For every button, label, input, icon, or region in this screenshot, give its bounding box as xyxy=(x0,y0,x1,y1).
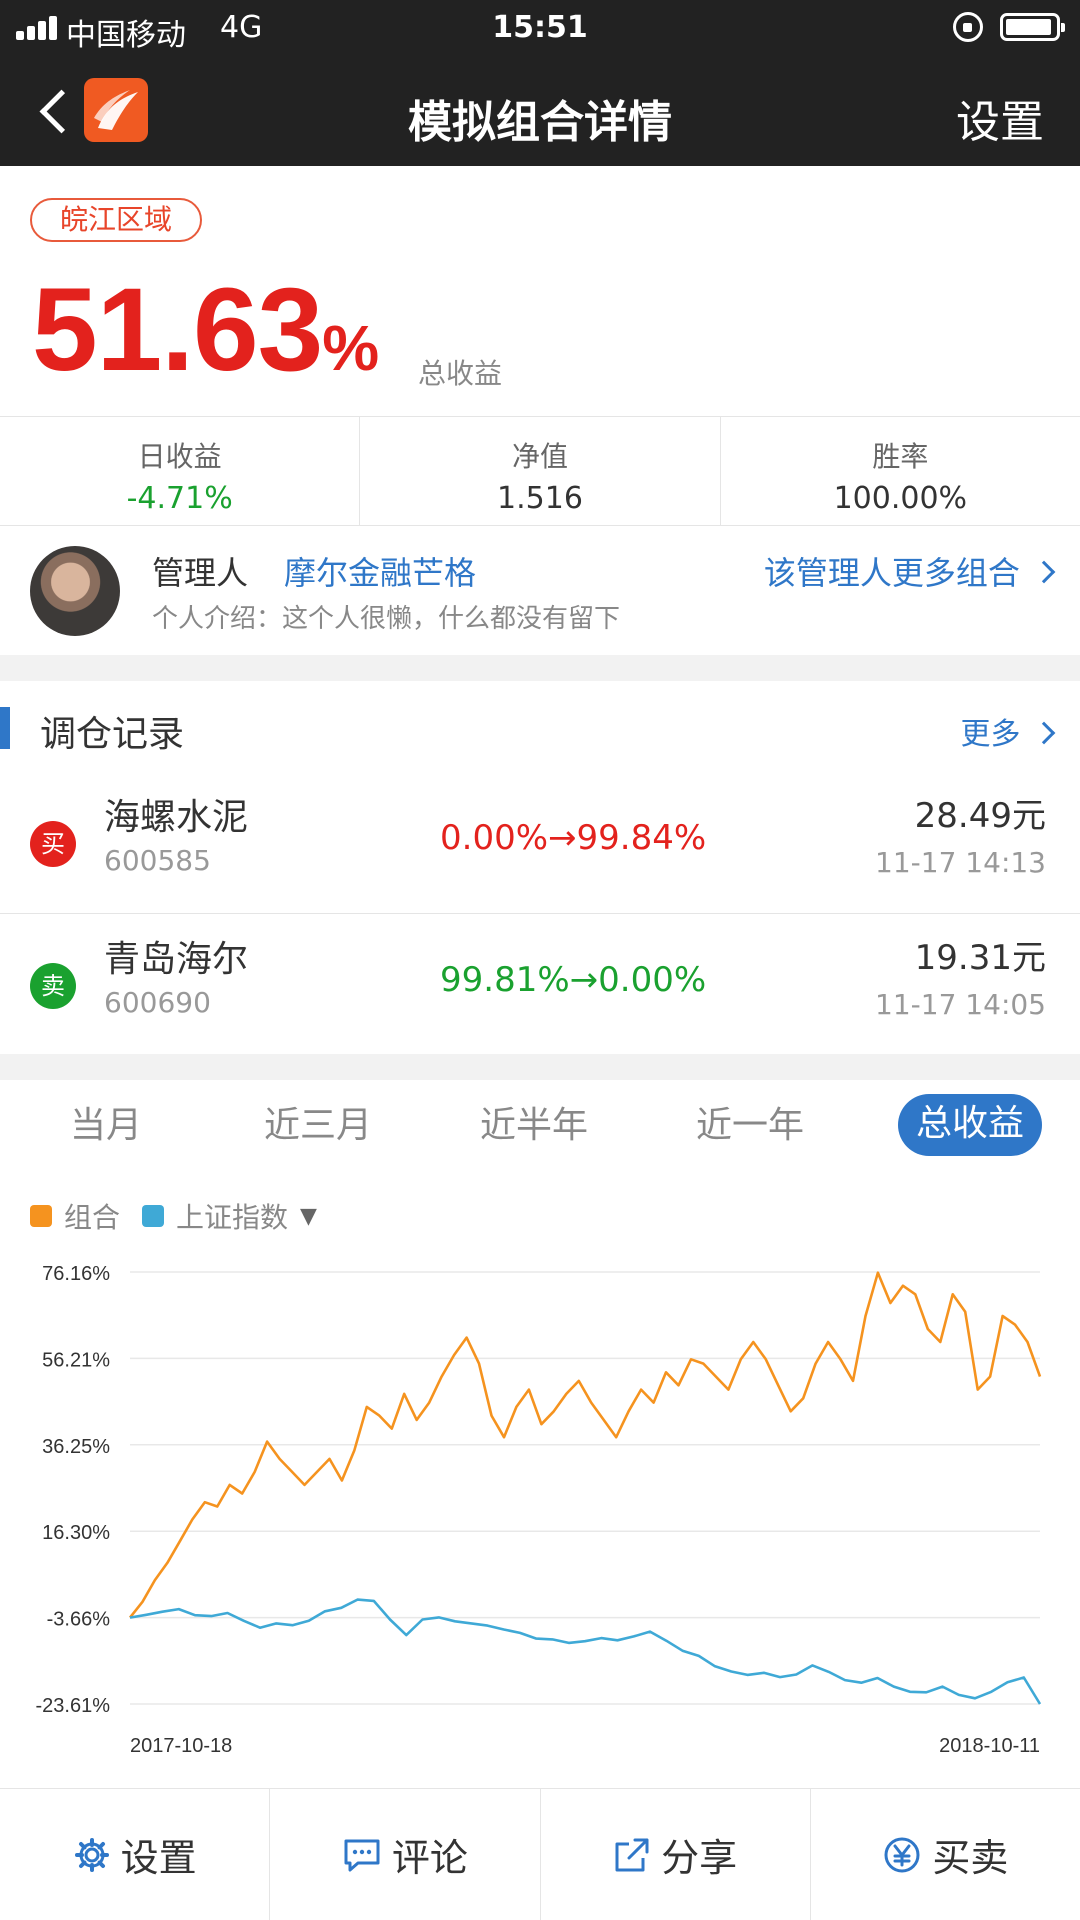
total-return-label: 总收益 xyxy=(418,357,503,390)
rotation-lock-icon xyxy=(953,12,983,42)
return-chart: 76.16% 56.21% 36.25% 16.30% -3.66% -23.61% 201… xyxy=(36,1263,1042,1757)
comment-tab-button[interactable]: 评论 xyxy=(270,1789,541,1920)
percent-sign: % xyxy=(322,312,380,384)
stat-value: 1.516 xyxy=(497,481,583,516)
trade-price: 19.31元 xyxy=(914,938,1046,978)
position-change: 99.81%→0.00% xyxy=(440,960,707,1000)
position-change: 0.00%→99.84% xyxy=(440,818,707,858)
nav-bar: 模拟组合详情 设置 xyxy=(0,54,1080,166)
trade-tab-button[interactable]: 买卖 xyxy=(811,1789,1080,1920)
share-tab-button[interactable]: 分享 xyxy=(541,1789,811,1920)
top-strip xyxy=(0,166,1080,174)
manager-row[interactable]: 管理人 摩尔金融芒格 该管理人更多组合 个人介绍：这个人很懒，什么都没有留下 xyxy=(0,528,1080,654)
trade-tab-label: 买卖 xyxy=(932,1836,1009,1880)
trade-row[interactable]: 卖 青岛海尔 600690 99.81%→0.00% 19.31元 11-17 … xyxy=(0,914,1080,1056)
region-tag: 皖江区域 xyxy=(30,198,203,242)
tab-current-month[interactable]: 当月 xyxy=(70,1096,142,1148)
section-accent-bar xyxy=(0,707,10,749)
y-tick-label: 16.30% xyxy=(42,1522,110,1544)
section-divider xyxy=(0,1054,1080,1080)
settings-tab-button[interactable]: 设置 xyxy=(0,1789,271,1920)
trade-time: 11-17 14:13 xyxy=(875,846,1046,879)
section-divider xyxy=(0,655,1080,681)
status-bar: 中国移动 4G 15:51 xyxy=(0,0,1080,54)
trade-price: 28.49元 xyxy=(914,796,1046,836)
manager-name-link[interactable]: 摩尔金融芒格 xyxy=(284,548,476,594)
stock-name: 海螺水泥 xyxy=(104,797,249,838)
y-tick-label: -3.66% xyxy=(47,1609,111,1631)
stat-label: 胜率 xyxy=(872,440,929,473)
bottom-toolbar: 设置 评论 分享 买卖 xyxy=(0,1788,1080,1920)
dropdown-arrow-icon[interactable]: ▼ xyxy=(300,1204,317,1229)
legend-swatch-index xyxy=(142,1205,165,1227)
tab-total-return[interactable]: 总收益 xyxy=(898,1094,1043,1156)
x-tick-label: 2018-10-11 xyxy=(939,1735,1040,1757)
y-tick-label: 76.16% xyxy=(42,1263,110,1285)
total-return: 51.63% xyxy=(32,262,379,398)
trade-time: 11-17 14:05 xyxy=(875,988,1046,1021)
chevron-right-icon xyxy=(1032,721,1056,745)
stat-value: -4.71% xyxy=(126,481,233,516)
battery-icon xyxy=(1000,13,1065,41)
trades-section-header: 调仓记录 更多 xyxy=(0,681,1080,777)
stat-label: 日收益 xyxy=(137,440,222,473)
trades-more-link[interactable]: 更多 xyxy=(960,709,1056,753)
buy-badge: 买 xyxy=(30,821,76,867)
manager-more-link[interactable]: 该管理人更多组合 xyxy=(763,548,1056,594)
index-series-line xyxy=(129,1598,1042,1705)
stat-value: 100.00% xyxy=(833,481,968,516)
comment-icon xyxy=(344,1839,380,1871)
settings-tab-label: 设置 xyxy=(120,1836,197,1880)
stock-code: 600585 xyxy=(104,844,211,877)
tab-one-year[interactable]: 近一年 xyxy=(696,1096,804,1148)
total-return-value: 51.63 xyxy=(32,264,323,396)
stat-daily-return: 日收益 -4.71% xyxy=(0,417,361,525)
avatar[interactable] xyxy=(30,546,120,636)
share-icon xyxy=(615,1838,649,1871)
tab-half-year[interactable]: 近半年 xyxy=(480,1096,588,1148)
legend-swatch-portfolio xyxy=(30,1205,52,1227)
stat-net-value: 净值 1.516 xyxy=(360,417,721,525)
legend-index-selector[interactable]: 上证指数 xyxy=(176,1196,288,1236)
comment-tab-label: 评论 xyxy=(391,1836,468,1880)
share-tab-label: 分享 xyxy=(661,1836,738,1880)
stats-row: 日收益 -4.71% 净值 1.516 胜率 100.00% xyxy=(0,416,1080,526)
stat-label: 净值 xyxy=(511,440,568,473)
tab-three-months[interactable]: 近三月 xyxy=(264,1096,372,1148)
y-tick-label: 36.25% xyxy=(42,1436,110,1458)
manager-intro: 个人介绍：这个人很懒，什么都没有留下 xyxy=(152,604,621,634)
yuan-icon xyxy=(884,1837,920,1872)
manager-label: 管理人 xyxy=(152,554,249,592)
legend-portfolio: 组合 xyxy=(64,1201,121,1234)
chart-legend: 组合 上证指数 ▼ xyxy=(30,1196,317,1236)
trades-more-label: 更多 xyxy=(960,717,1021,752)
stock-code: 600690 xyxy=(104,986,211,1019)
manager-more-label: 该管理人更多组合 xyxy=(763,554,1020,592)
x-tick-label: 2017-10-18 xyxy=(130,1735,232,1757)
chevron-right-icon xyxy=(1032,560,1056,584)
status-time: 15:51 xyxy=(492,10,588,45)
y-tick-label: 56.21% xyxy=(42,1349,110,1371)
period-tabs: 当月 近三月 近半年 近一年 总收益 xyxy=(0,1090,1080,1160)
gear-icon xyxy=(74,1837,109,1872)
settings-button[interactable]: 设置 xyxy=(956,86,1044,150)
stock-name: 青岛海尔 xyxy=(104,939,249,980)
stat-win-rate: 胜率 100.00% xyxy=(721,417,1080,525)
sell-badge: 卖 xyxy=(30,963,76,1009)
trade-row[interactable]: 买 海螺水泥 600585 0.00%→99.84% 28.49元 11-17 … xyxy=(0,772,1080,914)
section-title: 调仓记录 xyxy=(40,714,185,755)
y-tick-label: -23.61% xyxy=(36,1695,111,1717)
page-title: 模拟组合详情 xyxy=(408,97,672,148)
